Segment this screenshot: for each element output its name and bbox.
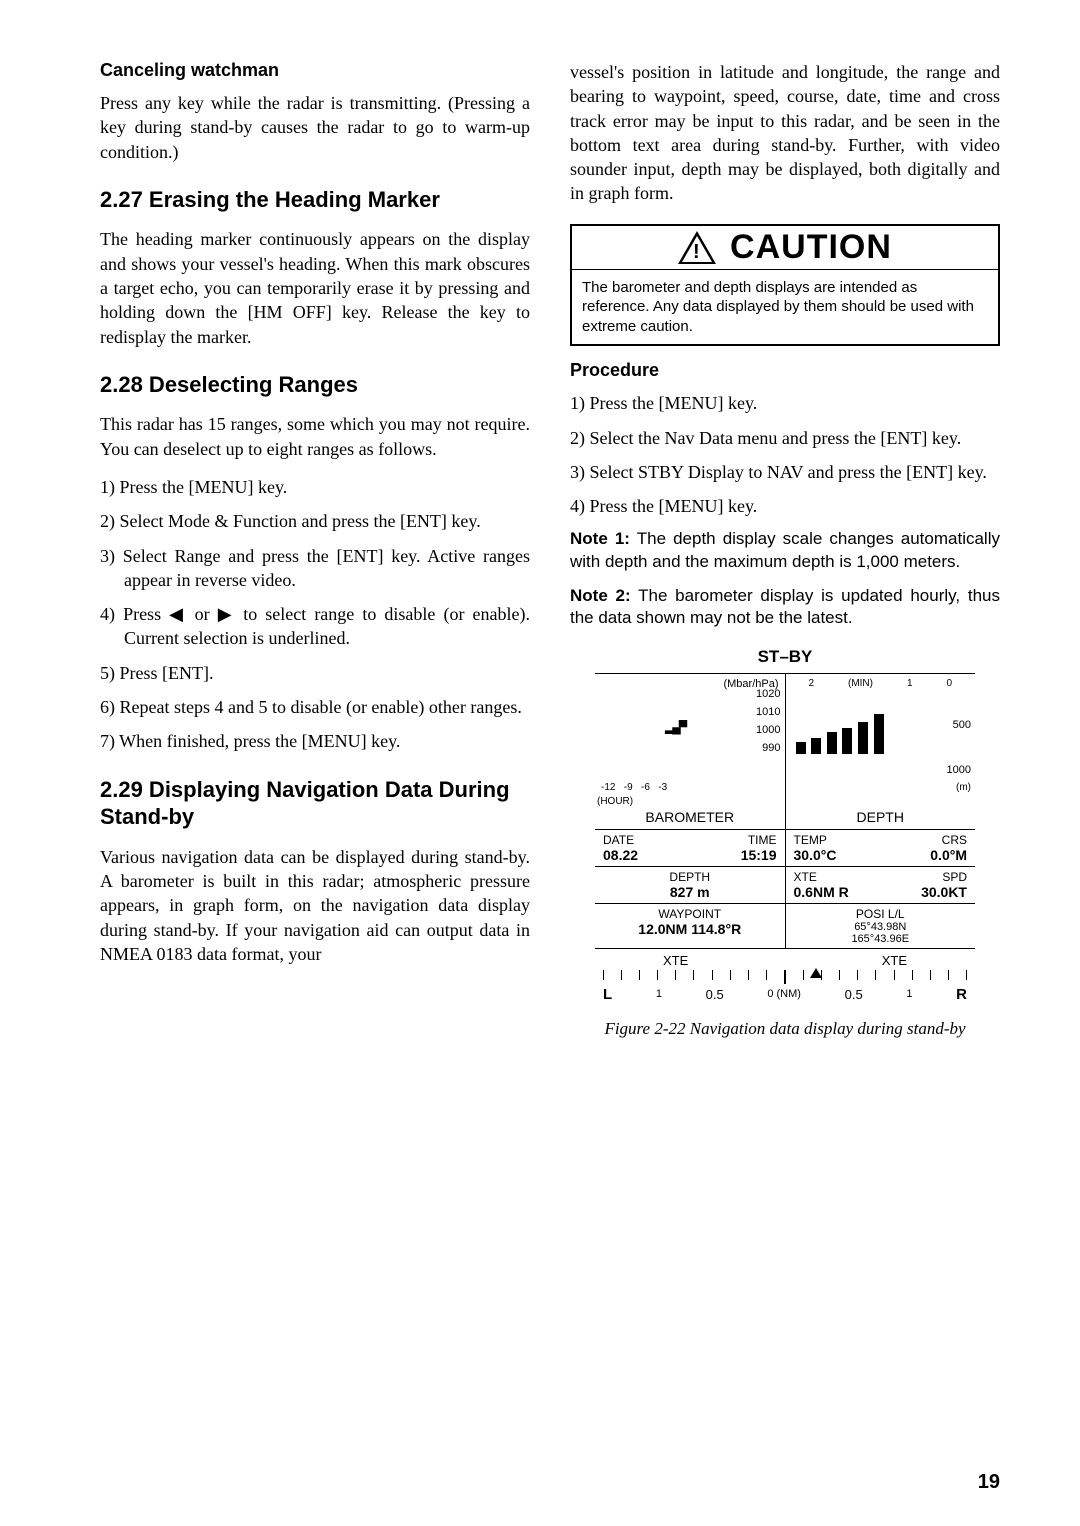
crs-value: 0.0°M	[930, 847, 967, 863]
baro-data-marks: ▂▄▀	[665, 720, 685, 734]
depth-y-1000: 1000	[947, 764, 971, 776]
depth-label: DEPTH	[786, 809, 976, 825]
barometer-label: BAROMETER	[595, 809, 785, 825]
step-228-4a: 4) Press	[100, 604, 169, 624]
figure-caption: Figure 2-22 Navigation data display duri…	[570, 1019, 1000, 1039]
posi-label: POSI L/L	[794, 907, 968, 921]
baro-x-9: -9	[624, 782, 633, 793]
time-label: TIME	[748, 833, 777, 847]
xte-right-label: XTE	[882, 953, 907, 968]
left-column: Canceling watchman Press any key while t…	[100, 60, 530, 1039]
baro-x-ticks: -12 -9 -6 -3	[601, 782, 667, 793]
xte-left-label: XTE	[663, 953, 688, 968]
depth-x-0: 0	[946, 678, 952, 689]
arrow-left-icon: ◀	[169, 604, 186, 624]
xte-n1r: 1	[906, 988, 912, 1000]
xte-value: 0.6NM R	[794, 884, 849, 900]
depth-x-2: 2	[808, 678, 814, 689]
xte-section: XTE XTE L 1 0.5 0 (NM) 0.5 1 R	[595, 948, 975, 1009]
nav-data-display: (Mbar/hPa) 1020 1010 1000 990 ▂▄▀ -12 -9…	[595, 673, 975, 1009]
step-228-1: 1) Press the [MENU] key.	[100, 475, 530, 499]
para-229: Various navigation data can be displayed…	[100, 845, 530, 966]
barometer-panel: (Mbar/hPa) 1020 1010 1000 990 ▂▄▀ -12 -9…	[595, 673, 785, 829]
page-number: 19	[978, 1471, 1000, 1494]
nav-row-date-temp: DATE TIME 08.22 15:19 TEMP CRS 30.0°C 0.0°M	[595, 829, 975, 866]
time-value: 15:19	[741, 847, 777, 863]
temp-value: 30.0°C	[794, 847, 837, 863]
note-2-label: Note 2:	[570, 586, 631, 605]
caution-body: The barometer and depth displays are int…	[572, 269, 998, 345]
date-value: 08.22	[603, 847, 638, 863]
baro-x-12: -12	[601, 782, 615, 793]
posi-lat: 65°43.98N	[794, 921, 968, 933]
date-label: DATE	[603, 833, 634, 847]
step-228-7: 7) When finished, press the [MENU] key.	[100, 729, 530, 753]
xte-n1l: 1	[656, 988, 662, 1000]
xte-label: XTE	[794, 870, 817, 884]
heading-2-28: 2.28 Deselecting Ranges	[100, 371, 530, 399]
nav-row-waypoint-posi: WAYPOINT 12.0NM 114.8°R POSI L/L 65°43.9…	[595, 903, 975, 948]
warning-triangle-icon: !	[678, 231, 716, 264]
xte-R: R	[956, 986, 967, 1003]
temp-label: TEMP	[794, 833, 827, 847]
para-227: The heading marker continuously appears …	[100, 227, 530, 348]
xte-05r: 0.5	[845, 987, 863, 1002]
depth-row-value: 827 m	[603, 884, 777, 900]
para-cancel: Press any key while the radar is transmi…	[100, 91, 530, 164]
caution-title: CAUTION	[730, 228, 892, 267]
nav-row-depth-xte: DEPTH 827 m XTE SPD 0.6NM R 30.0KT	[595, 866, 975, 903]
waypoint-label: WAYPOINT	[603, 907, 777, 921]
heading-procedure: Procedure	[570, 360, 1000, 381]
step-228-5: 5) Press [ENT].	[100, 661, 530, 685]
baro-x-3: -3	[658, 782, 667, 793]
heading-canceling-watchman: Canceling watchman	[100, 60, 530, 81]
heading-2-29: 2.29 Displaying Navigation Data During S…	[100, 776, 530, 831]
figure-title: ST–BY	[570, 647, 1000, 667]
step-228-4b: or	[187, 604, 218, 624]
note-2: Note 2: The barometer display is updated…	[570, 585, 1000, 629]
step-228-6: 6) Repeat steps 4 and 5 to disable (or e…	[100, 695, 530, 719]
para-229-cont: vessel's position in latitude and longit…	[570, 60, 1000, 206]
posi-lon: 165°43.96E	[794, 933, 968, 945]
xte-L: L	[603, 986, 612, 1003]
depth-row-label: DEPTH	[603, 870, 777, 884]
baro-y-990: 990	[762, 742, 780, 754]
baro-y-1010: 1010	[756, 706, 780, 718]
depth-x-1: 1	[907, 678, 913, 689]
depth-panel: 2 (MIN) 1 0 500	[785, 673, 976, 829]
depth-graph	[796, 714, 886, 754]
spd-label: SPD	[942, 870, 967, 884]
caution-box: ! CAUTION The barometer and depth displa…	[570, 224, 1000, 347]
step-228-3: 3) Select Range and press the [ENT] key.…	[100, 544, 530, 593]
step-228-2: 2) Select Mode & Function and press the …	[100, 509, 530, 533]
step-228-4: 4) Press ◀ or ▶ to select range to disab…	[100, 602, 530, 651]
crs-label: CRS	[942, 833, 967, 847]
depth-m: (m)	[956, 782, 971, 793]
proc-step-3: 3) Select STBY Display to NAV and press …	[570, 460, 1000, 484]
spd-value: 30.0KT	[921, 884, 967, 900]
right-column: vessel's position in latitude and longit…	[570, 60, 1000, 1039]
xte-mid: 0 (NM)	[767, 988, 801, 1000]
waypoint-value: 12.0NM 114.8°R	[603, 921, 777, 937]
arrow-right-icon: ▶	[218, 604, 235, 624]
baro-hour: (HOUR)	[597, 796, 633, 807]
para-228: This radar has 15 ranges, some which you…	[100, 412, 530, 461]
heading-2-27: 2.27 Erasing the Heading Marker	[100, 186, 530, 214]
proc-step-1: 1) Press the [MENU] key.	[570, 391, 1000, 415]
baro-y-1020: 1020	[756, 688, 780, 700]
depth-y-500: 500	[953, 719, 971, 731]
depth-unit-min: (MIN)	[848, 678, 873, 689]
note-1-label: Note 1:	[570, 529, 630, 548]
baro-y-1000: 1000	[756, 724, 780, 736]
proc-step-4: 4) Press the [MENU] key.	[570, 494, 1000, 518]
baro-x-6: -6	[641, 782, 650, 793]
note-1-text: The depth display scale changes automati…	[570, 529, 1000, 570]
xte-05l: 0.5	[706, 987, 724, 1002]
baro-unit: (Mbar/hPa)	[601, 678, 779, 690]
xte-scale	[603, 970, 967, 984]
note-1: Note 1: The depth display scale changes …	[570, 528, 1000, 572]
proc-step-2: 2) Select the Nav Data menu and press th…	[570, 426, 1000, 450]
xte-pointer-icon	[810, 968, 822, 978]
note-2-text: The barometer display is updated hourly,…	[570, 586, 1000, 627]
